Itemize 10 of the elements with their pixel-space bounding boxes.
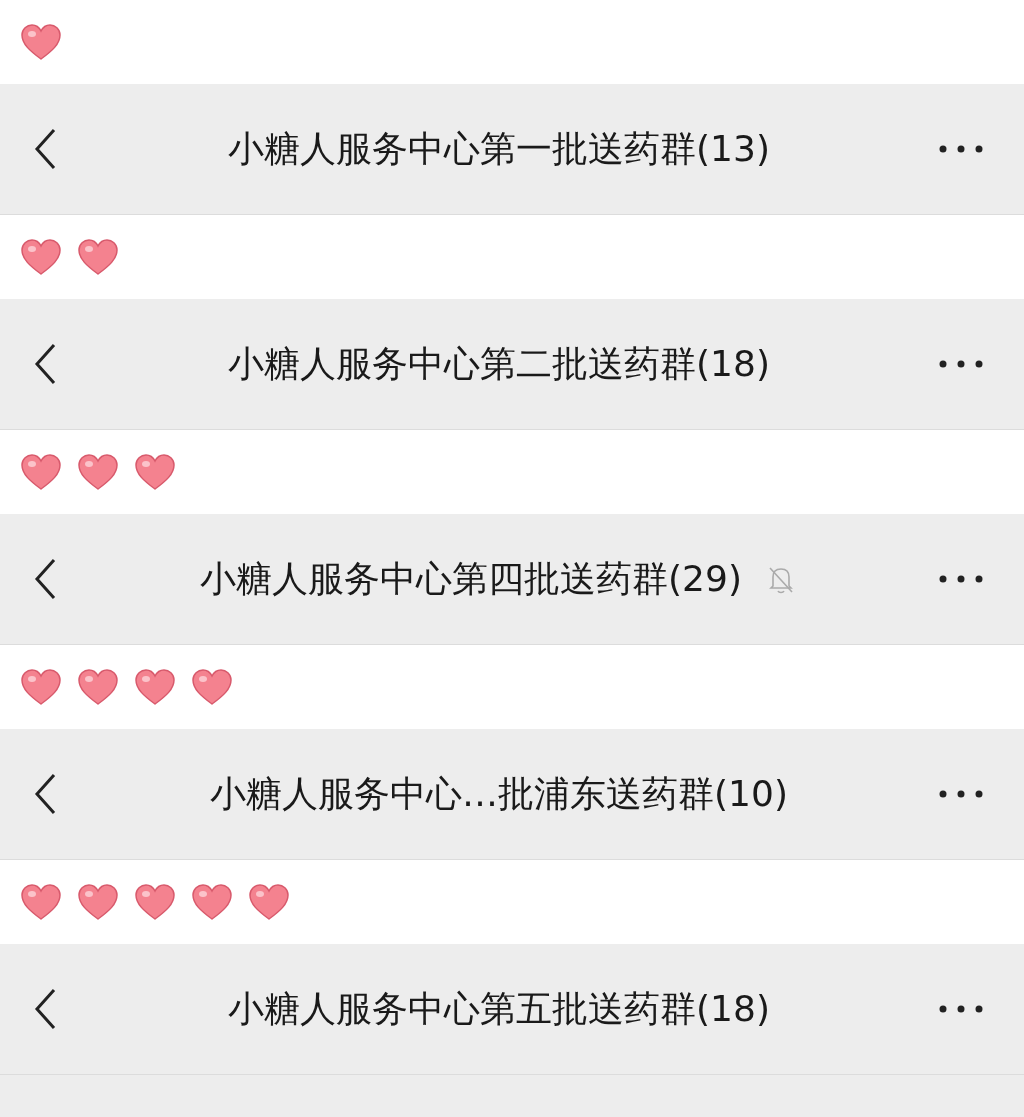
- more-icon[interactable]: [938, 144, 984, 154]
- chat-title: 小糖人服务中心第一批送药群(13): [228, 126, 770, 171]
- more-icon[interactable]: [938, 1004, 984, 1014]
- chat-title: 小糖人服务中心…批浦东送药群(10): [210, 771, 788, 816]
- chat-title: 小糖人服务中心第五批送药群(18): [228, 986, 770, 1031]
- more-icon[interactable]: [938, 359, 984, 369]
- chat-title: 小糖人服务中心第二批送药群(18): [228, 341, 770, 386]
- more-icon[interactable]: [938, 574, 984, 584]
- more-icon[interactable]: [938, 789, 984, 799]
- chat-title: 小糖人服务中心第四批送药群(29): [200, 556, 742, 601]
